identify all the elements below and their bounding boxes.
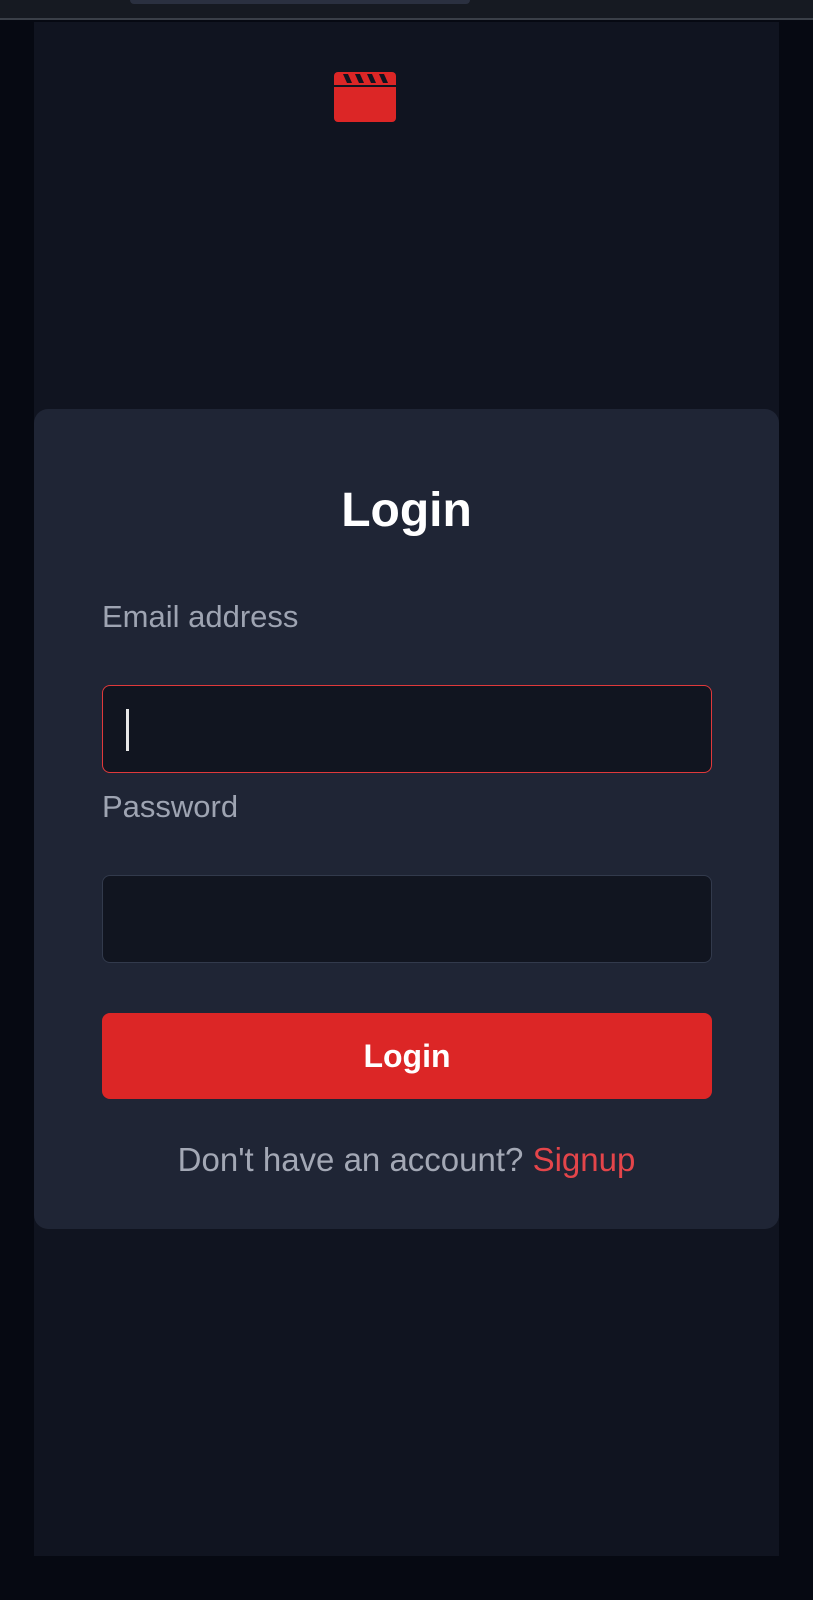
signup-prompt-row: Don't have an account? Signup: [34, 1141, 779, 1179]
password-field[interactable]: [102, 875, 712, 963]
app-container: Login Email address Password Login Don't…: [34, 22, 779, 1556]
text-caret: [126, 709, 129, 751]
email-label: Email address: [102, 599, 299, 634]
page-title: Login: [341, 484, 472, 537]
email-field[interactable]: [102, 685, 712, 773]
browser-url-bar[interactable]: [130, 0, 470, 4]
password-label: Password: [102, 789, 239, 824]
film-clapperboard-icon: [334, 72, 396, 122]
signup-link[interactable]: Signup: [533, 1141, 636, 1178]
login-card: Login Email address Password Login Don't…: [34, 409, 779, 1229]
login-button[interactable]: Login: [102, 1013, 712, 1099]
browser-top-bar: [0, 0, 813, 20]
signup-prompt-text: Don't have an account?: [177, 1141, 524, 1178]
